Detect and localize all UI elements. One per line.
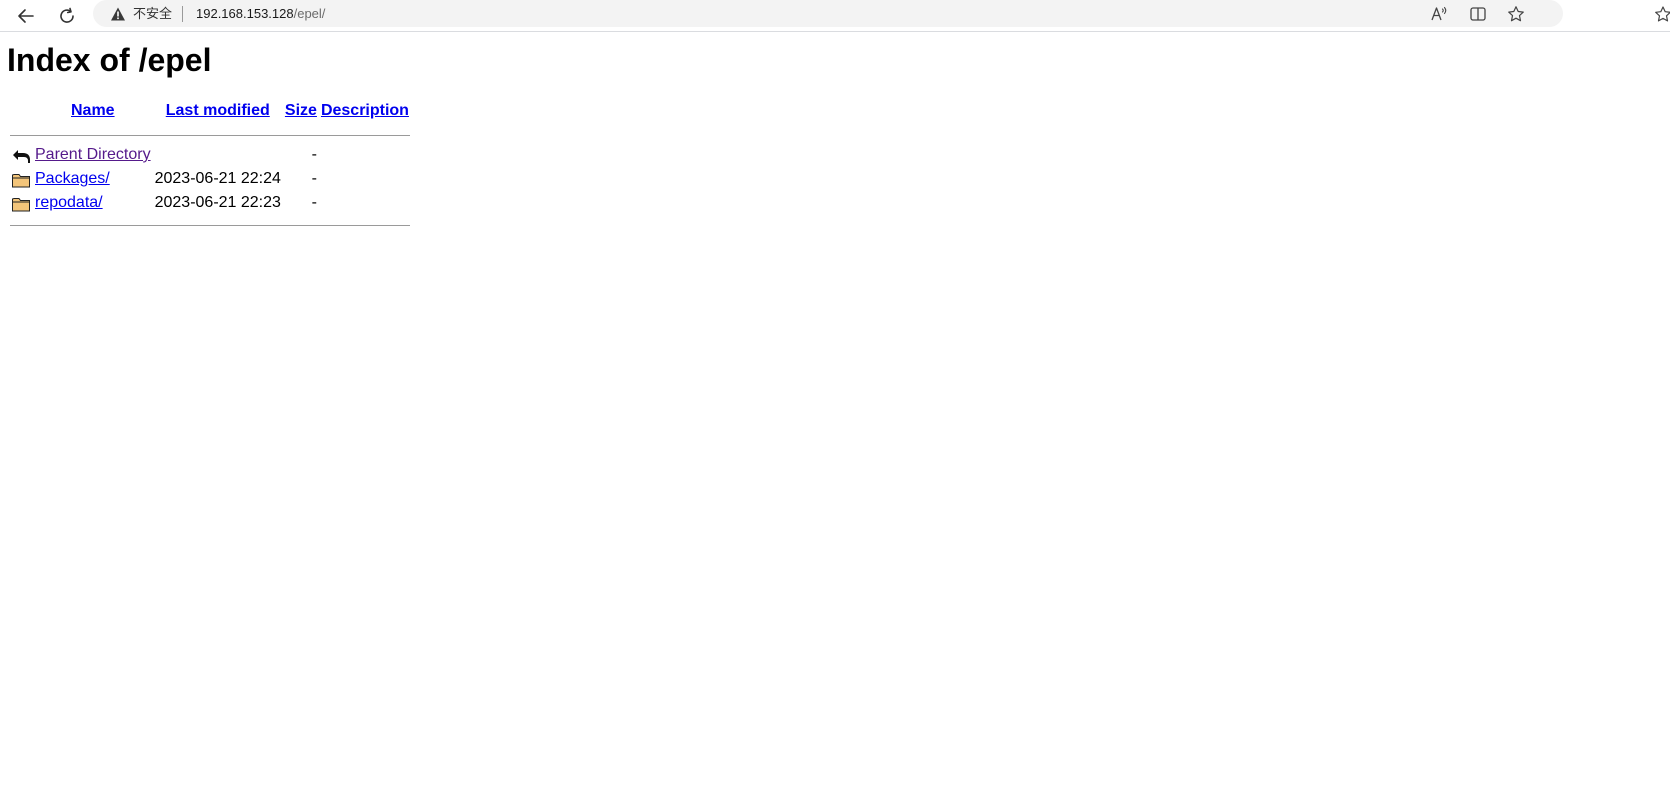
reload-button[interactable]	[53, 2, 81, 30]
row-last-modified: 2023-06-21 22:23	[154, 194, 281, 211]
repodata-folder-link[interactable]: repodata/	[35, 194, 103, 211]
row-description	[320, 193, 410, 215]
back-button[interactable]	[12, 2, 40, 30]
favorites-bar-button[interactable]	[1652, 4, 1670, 26]
sort-by-size-link[interactable]: Size	[285, 102, 317, 119]
table-row: repodata/ 2023-06-21 22:23 -	[10, 193, 410, 215]
sort-by-name-link[interactable]: Name	[71, 102, 115, 119]
table-header-row: Name Last modified Size Description	[10, 101, 410, 125]
row-icon-cell	[10, 193, 32, 215]
row-icon-cell	[10, 145, 32, 167]
row-name-cell: repodata/	[34, 193, 152, 215]
table-row: Parent Directory -	[10, 145, 410, 167]
size-column-header: Size	[284, 101, 318, 125]
row-last-modified: 2023-06-21 22:24	[154, 170, 281, 187]
footer-divider-row	[10, 217, 410, 233]
row-description	[320, 169, 410, 191]
folder-icon	[12, 174, 30, 188]
back-arrow-icon	[18, 9, 34, 23]
parent-directory-link[interactable]: Parent Directory	[35, 146, 151, 163]
parent-directory-icon	[13, 150, 30, 163]
address-bar[interactable]: 不安全 192.168.153.128/epel/	[93, 0, 1563, 27]
star-icon	[1508, 6, 1524, 22]
last-modified-column-header: Last modified	[154, 101, 282, 125]
row-description	[320, 145, 410, 167]
description-column-header: Description	[320, 101, 410, 125]
row-name-cell: Parent Directory	[34, 145, 152, 167]
table-row: Packages/ 2023-06-21 22:24 -	[10, 169, 410, 191]
read-aloud-icon	[1431, 6, 1447, 21]
name-column-header: Name	[34, 101, 152, 125]
split-screen-icon	[1470, 7, 1486, 21]
footer-divider	[10, 224, 410, 226]
row-size: -	[311, 146, 317, 163]
url-host: 192.168.153.128	[196, 6, 294, 21]
page-title: Index of /epel	[7, 42, 212, 78]
folder-icon	[12, 198, 30, 212]
read-aloud-button[interactable]	[1428, 3, 1450, 25]
row-size: -	[311, 194, 317, 211]
favorite-button[interactable]	[1505, 3, 1527, 25]
header-divider	[10, 134, 410, 136]
header-divider-row	[10, 127, 410, 143]
sort-by-description-link[interactable]: Description	[321, 102, 409, 119]
browser-toolbar: 不安全 192.168.153.128/epel/	[0, 0, 1670, 32]
row-last-modified	[154, 145, 282, 167]
reload-icon	[60, 7, 74, 23]
page-content: Index of /epel Name Last modified Size D…	[0, 33, 1670, 812]
icon-column-header	[10, 101, 32, 125]
warning-triangle-icon	[111, 7, 125, 20]
row-name-cell: Packages/	[34, 169, 152, 191]
packages-folder-link[interactable]: Packages/	[35, 170, 110, 187]
url-path: /epel/	[293, 6, 326, 21]
url-text[interactable]: 192.168.153.128/epel/	[196, 5, 325, 22]
row-size: -	[311, 170, 317, 187]
directory-listing-table: Name Last modified Size Description Pare…	[8, 99, 412, 235]
sort-by-last-modified-link[interactable]: Last modified	[166, 102, 270, 119]
security-label: 不安全	[133, 6, 173, 21]
site-security-indicator[interactable]: 不安全	[110, 5, 172, 22]
favorites-star-icon	[1655, 6, 1670, 22]
address-separator	[182, 6, 183, 22]
split-screen-button[interactable]	[1467, 3, 1489, 25]
row-icon-cell	[10, 169, 32, 191]
